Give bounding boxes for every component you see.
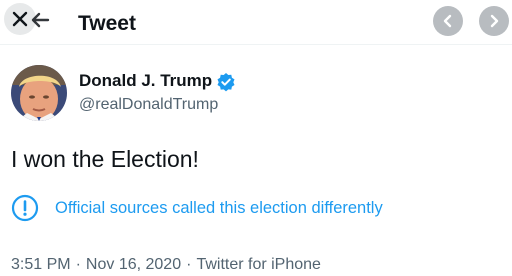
tweet-time[interactable]: 3:51 PM [11,256,71,273]
chevron-right-icon [490,14,499,28]
notice-text[interactable]: Official sources called this election di… [55,199,383,218]
election-notice-link[interactable]: Official sources called this election di… [11,194,383,222]
chevron-left-icon [443,14,452,28]
separator: · [75,256,81,273]
verified-badge-icon [217,73,235,92]
tweet-text: I won the Election! [11,146,199,172]
tweet-date[interactable]: Nov 16, 2020 [86,256,181,273]
author-name[interactable]: Donald J. Trump [79,71,212,91]
avatar[interactable] [11,65,67,121]
page-title: Tweet [78,12,136,35]
tweet-source[interactable]: Twitter for iPhone [196,256,321,273]
separator: · [186,256,192,273]
previous-button[interactable] [433,6,463,36]
alert-circle-icon [11,194,39,222]
next-button[interactable] [479,6,509,36]
arrow-left-icon[interactable] [26,6,54,34]
tweet-metadata: 3:51 PM · Nov 16, 2020 · Twitter for iPhone [11,256,321,274]
top-bar: Tweet [0,0,512,45]
profile-photo [11,65,67,121]
author-handle[interactable]: @realDonaldTrump [79,96,218,114]
